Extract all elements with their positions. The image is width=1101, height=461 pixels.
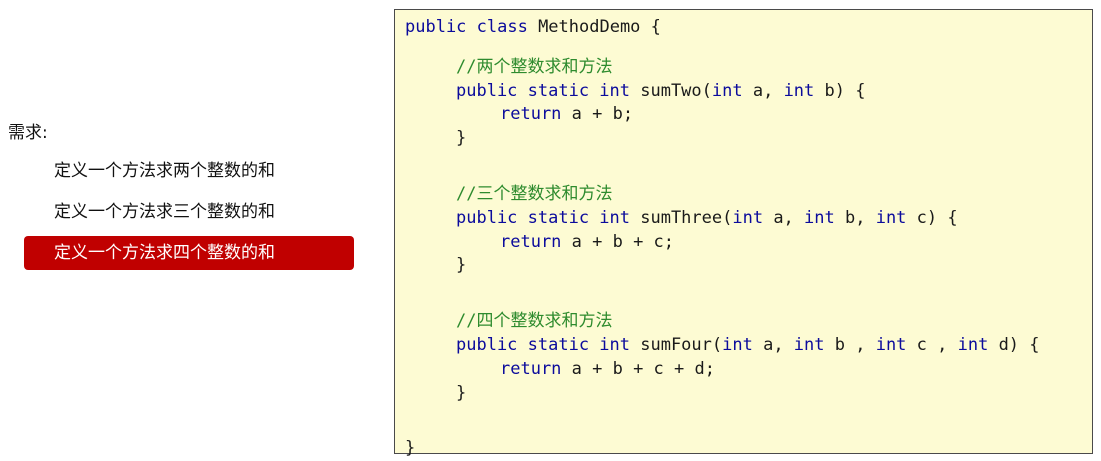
- method-comment-sum-four: //四个整数求和方法: [456, 311, 613, 332]
- method-modifiers: public static int: [456, 207, 630, 228]
- param-name: c ,: [906, 334, 958, 355]
- param-name: a,: [742, 80, 784, 101]
- requirement-list: 定义一个方法求两个整数的和 定义一个方法求三个整数的和 定义一个方法求四个整数的…: [24, 154, 354, 277]
- requirement-item-four-ints[interactable]: 定义一个方法求四个整数的和: [24, 236, 354, 270]
- return-statement-sum-four: return a + b + c + d;: [405, 358, 1092, 382]
- method-signature-sum-three: public static int sumThree(int a, int b,…: [405, 207, 1092, 231]
- param-type: int: [957, 334, 989, 355]
- method-close-brace: }: [456, 382, 467, 403]
- return-keyword: return: [500, 231, 562, 252]
- param-name: d) {: [988, 334, 1040, 355]
- return-statement-sum-two: return a + b;: [405, 103, 1092, 127]
- method-comment-sum-two: //两个整数求和方法: [456, 56, 613, 77]
- return-keyword: return: [500, 104, 562, 125]
- return-expression: a + b + c;: [561, 231, 675, 252]
- requirement-item-two-ints[interactable]: 定义一个方法求两个整数的和: [24, 154, 354, 188]
- param-name: b,: [834, 207, 876, 228]
- param-type: int: [783, 80, 815, 101]
- return-statement-sum-three: return a + b + c;: [405, 231, 1092, 255]
- class-keyword: public class: [405, 17, 528, 37]
- method-name: sumFour(: [630, 334, 723, 355]
- class-close-brace: }: [405, 438, 416, 459]
- param-type: int: [804, 207, 835, 228]
- method-close-brace: }: [456, 128, 467, 149]
- param-type: int: [875, 334, 907, 355]
- param-name: b ,: [824, 334, 876, 355]
- class-declaration: public class MethodDemo {: [405, 16, 1092, 40]
- method-modifiers: public static int: [456, 80, 630, 101]
- code-panel: public class MethodDemo { //两个整数求和方法 pub…: [394, 9, 1093, 458]
- return-keyword: return: [500, 358, 562, 379]
- param-type: int: [711, 80, 743, 101]
- requirement-title: 需求:: [8, 123, 48, 143]
- method-comment-sum-three: //三个整数求和方法: [456, 183, 613, 204]
- param-name: a,: [763, 207, 805, 228]
- method-name: sumTwo(: [630, 80, 712, 101]
- method-name: sumThree(: [630, 207, 733, 228]
- param-type: int: [875, 207, 907, 228]
- method-close-brace: }: [456, 255, 467, 276]
- param-name: a,: [752, 334, 794, 355]
- param-type: int: [732, 207, 764, 228]
- method-signature-sum-two: public static int sumTwo(int a, int b) {: [405, 80, 1092, 104]
- return-expression: a + b;: [561, 104, 634, 125]
- requirement-item-three-ints[interactable]: 定义一个方法求三个整数的和: [24, 195, 354, 229]
- param-name: c) {: [906, 207, 958, 228]
- return-expression: a + b + c + d;: [561, 358, 715, 379]
- class-name: MethodDemo {: [527, 17, 661, 37]
- method-signature-sum-four: public static int sumFour(int a, int b ,…: [405, 334, 1092, 358]
- param-name: b) {: [814, 80, 866, 101]
- param-type: int: [722, 334, 753, 355]
- param-type: int: [793, 334, 825, 355]
- method-modifiers: public static int: [456, 334, 630, 355]
